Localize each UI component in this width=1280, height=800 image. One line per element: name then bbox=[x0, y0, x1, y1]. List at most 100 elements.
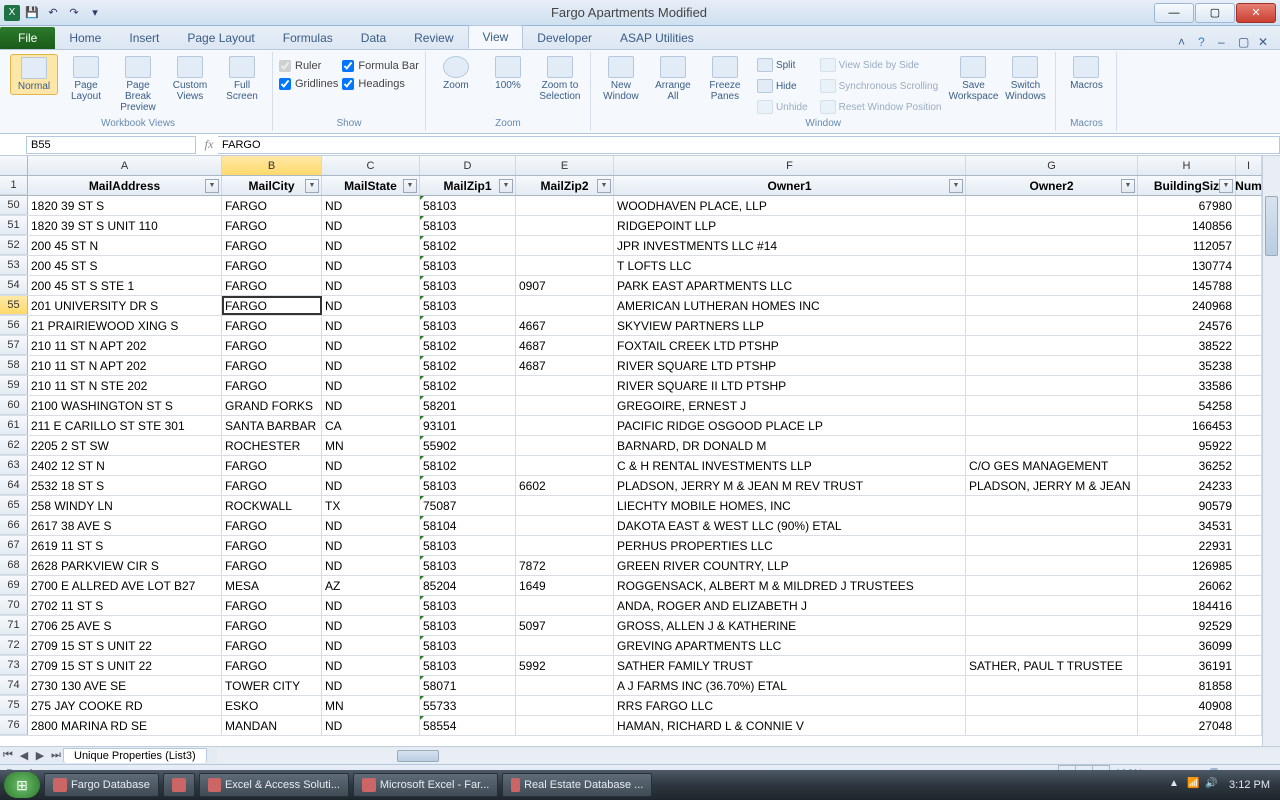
cell[interactable]: ESKO bbox=[222, 696, 322, 715]
cell[interactable] bbox=[966, 256, 1138, 275]
cell[interactable] bbox=[516, 416, 614, 435]
doc-close-icon[interactable]: ✕ bbox=[1258, 35, 1272, 49]
cell[interactable]: ND bbox=[322, 536, 420, 555]
cell[interactable] bbox=[966, 616, 1138, 635]
cell[interactable] bbox=[516, 516, 614, 535]
cell[interactable]: 38522 bbox=[1138, 336, 1236, 355]
tab-formulas[interactable]: Formulas bbox=[269, 27, 347, 49]
cell[interactable]: 4667 bbox=[516, 316, 614, 335]
cell[interactable]: 40908 bbox=[1138, 696, 1236, 715]
cell[interactable] bbox=[1236, 376, 1262, 395]
cell[interactable]: SKYVIEW PARTNERS LLP bbox=[614, 316, 966, 335]
cell[interactable]: 24233 bbox=[1138, 476, 1236, 495]
select-all-corner[interactable] bbox=[0, 156, 28, 175]
cell[interactable]: 210 11 ST N APT 202 bbox=[28, 356, 222, 375]
cell[interactable]: 6602 bbox=[516, 476, 614, 495]
cell[interactable]: ND bbox=[322, 276, 420, 295]
cell[interactable] bbox=[516, 256, 614, 275]
cell[interactable]: 2617 38 AVE S bbox=[28, 516, 222, 535]
tab-asap-utilities[interactable]: ASAP Utilities bbox=[606, 27, 708, 49]
row-header[interactable]: 65 bbox=[0, 496, 28, 515]
filter-dropdown-icon[interactable]: ▼ bbox=[1121, 179, 1135, 193]
cell[interactable]: TOWER CITY bbox=[222, 676, 322, 695]
taskbar-item[interactable]: Fargo Database bbox=[44, 773, 159, 797]
cell[interactable]: AMERICAN LUTHERAN HOMES INC bbox=[614, 296, 966, 315]
cell[interactable] bbox=[966, 576, 1138, 595]
cell[interactable] bbox=[516, 696, 614, 715]
cell[interactable]: RIVER SQUARE II LTD PTSHP bbox=[614, 376, 966, 395]
filter-dropdown-icon[interactable]: ▼ bbox=[1219, 179, 1233, 193]
cell[interactable]: 58103 bbox=[420, 296, 516, 315]
cell[interactable]: T LOFTS LLC bbox=[614, 256, 966, 275]
cell[interactable]: AZ bbox=[322, 576, 420, 595]
cell[interactable]: FARGO bbox=[222, 256, 322, 275]
cell[interactable] bbox=[1236, 396, 1262, 415]
taskbar-item[interactable]: Real Estate Database ... bbox=[502, 773, 652, 797]
cell[interactable]: FARGO bbox=[222, 316, 322, 335]
cell[interactable] bbox=[966, 696, 1138, 715]
cell[interactable] bbox=[1236, 196, 1262, 215]
macros-button[interactable]: Macros bbox=[1062, 54, 1110, 93]
cell[interactable]: 81858 bbox=[1138, 676, 1236, 695]
cell[interactable]: 201 UNIVERSITY DR S bbox=[28, 296, 222, 315]
row-header[interactable]: 50 bbox=[0, 196, 28, 215]
cell[interactable]: 2800 MARINA RD SE bbox=[28, 716, 222, 735]
cell[interactable] bbox=[966, 236, 1138, 255]
name-box[interactable] bbox=[26, 136, 196, 154]
cell[interactable]: ND bbox=[322, 316, 420, 335]
cell[interactable]: 58103 bbox=[420, 476, 516, 495]
horizontal-scrollbar[interactable] bbox=[217, 749, 1280, 763]
cell[interactable] bbox=[516, 716, 614, 735]
cell[interactable]: ROCHESTER bbox=[222, 436, 322, 455]
row-header[interactable]: 69 bbox=[0, 576, 28, 595]
cell[interactable]: 140856 bbox=[1138, 216, 1236, 235]
formula-bar-checkbox[interactable]: Formula Bar bbox=[342, 60, 419, 72]
cell[interactable]: FARGO bbox=[222, 656, 322, 675]
start-button[interactable]: ⊞ bbox=[4, 772, 40, 798]
row-header[interactable]: 73 bbox=[0, 656, 28, 675]
cell[interactable]: 95922 bbox=[1138, 436, 1236, 455]
cell[interactable] bbox=[966, 376, 1138, 395]
unhide-button[interactable]: Unhide bbox=[753, 98, 812, 116]
cell[interactable]: 1820 39 ST S bbox=[28, 196, 222, 215]
row-header[interactable]: 71 bbox=[0, 616, 28, 635]
filter-header-owner1[interactable]: Owner1▼ bbox=[614, 176, 966, 195]
cell[interactable] bbox=[966, 416, 1138, 435]
cell[interactable] bbox=[966, 216, 1138, 235]
cell[interactable]: 36191 bbox=[1138, 656, 1236, 675]
cell[interactable]: 35238 bbox=[1138, 356, 1236, 375]
cell[interactable]: RIVER SQUARE LTD PTSHP bbox=[614, 356, 966, 375]
filter-header-mailzip2[interactable]: MailZip2▼ bbox=[516, 176, 614, 195]
doc-minimize-icon[interactable]: – bbox=[1218, 35, 1232, 49]
cell[interactable]: 2706 25 AVE S bbox=[28, 616, 222, 635]
cell[interactable] bbox=[966, 356, 1138, 375]
cell[interactable]: 126985 bbox=[1138, 556, 1236, 575]
tab-insert[interactable]: Insert bbox=[115, 27, 173, 49]
cell[interactable]: 2628 PARKVIEW CIR S bbox=[28, 556, 222, 575]
cell[interactable] bbox=[966, 536, 1138, 555]
row-header[interactable]: 54 bbox=[0, 276, 28, 295]
formula-bar[interactable] bbox=[218, 136, 1280, 154]
cell[interactable] bbox=[966, 316, 1138, 335]
cell[interactable]: 184416 bbox=[1138, 596, 1236, 615]
tab-page-layout[interactable]: Page Layout bbox=[173, 27, 268, 49]
cell[interactable]: 145788 bbox=[1138, 276, 1236, 295]
cell[interactable]: C/O GES MANAGEMENT bbox=[966, 456, 1138, 475]
tab-data[interactable]: Data bbox=[347, 27, 400, 49]
cell[interactable] bbox=[1236, 636, 1262, 655]
cell[interactable]: PERHUS PROPERTIES LLC bbox=[614, 536, 966, 555]
ribbon-minimize-icon[interactable]: ˄ bbox=[1178, 35, 1192, 49]
cell[interactable]: 4687 bbox=[516, 356, 614, 375]
filter-header-mailcity[interactable]: MailCity▼ bbox=[222, 176, 322, 195]
cell[interactable]: 55733 bbox=[420, 696, 516, 715]
cell[interactable] bbox=[516, 436, 614, 455]
cell[interactable]: FARGO bbox=[222, 236, 322, 255]
cell[interactable]: FARGO bbox=[222, 356, 322, 375]
cell[interactable]: 33586 bbox=[1138, 376, 1236, 395]
cell[interactable]: 92529 bbox=[1138, 616, 1236, 635]
row-header[interactable]: 63 bbox=[0, 456, 28, 475]
sheet-nav-next-icon[interactable]: ▶ bbox=[32, 748, 48, 764]
save-icon[interactable]: 💾 bbox=[23, 4, 41, 22]
cell[interactable]: ND bbox=[322, 376, 420, 395]
row-header[interactable]: 66 bbox=[0, 516, 28, 535]
